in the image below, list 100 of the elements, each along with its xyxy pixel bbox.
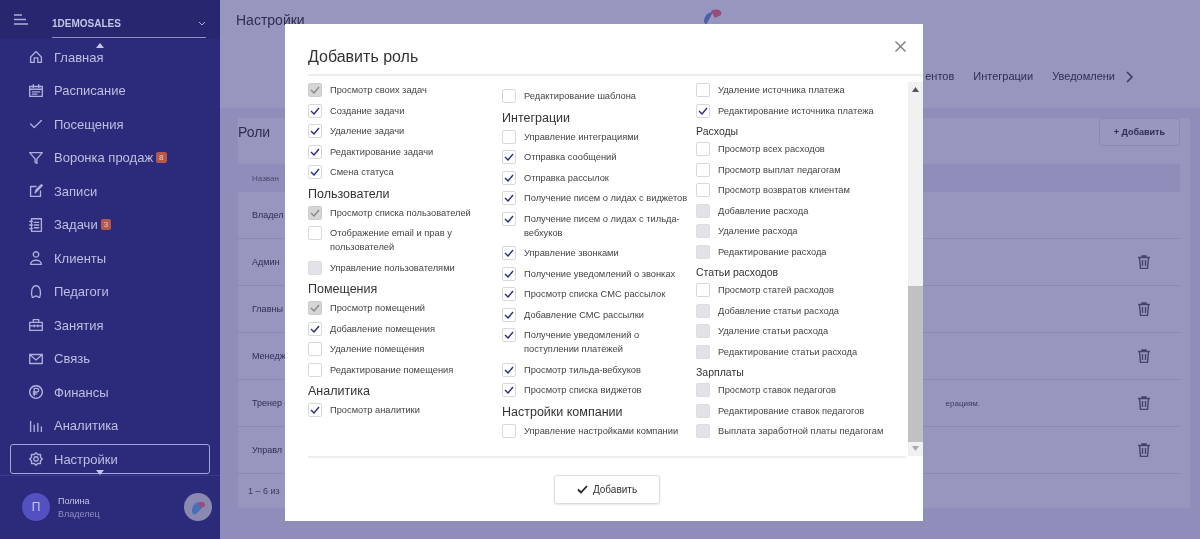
nav-icon xyxy=(27,450,45,469)
settings-tab[interactable]: Интеграции xyxy=(973,70,1034,84)
permission-label: Создание задачи xyxy=(330,104,406,118)
permission-label: Выплата заработной платы педагогам xyxy=(718,425,885,438)
permission-label: Просмотр списка пользователей xyxy=(330,206,472,220)
group-heading: Помещения xyxy=(308,282,379,296)
checkbox[interactable] xyxy=(696,83,710,97)
checkbox[interactable] xyxy=(696,162,710,177)
close-icon[interactable] xyxy=(895,41,906,52)
table-cell-text: Админ xyxy=(252,257,281,267)
permission-label: Редактирование помещения xyxy=(330,363,455,377)
add-button[interactable]: + Добавить xyxy=(1098,118,1180,146)
checkbox[interactable] xyxy=(502,266,516,281)
checkbox[interactable] xyxy=(308,342,322,356)
settings-tab[interactable]: ентов xyxy=(925,70,955,84)
trash-icon[interactable] xyxy=(1138,396,1150,410)
checkbox[interactable] xyxy=(696,103,710,118)
checkbox[interactable] xyxy=(308,144,322,159)
trash-icon[interactable] xyxy=(1138,349,1150,363)
checkbox[interactable] xyxy=(502,150,516,164)
permission-label: Добавление помещения xyxy=(330,322,437,336)
trash-icon[interactable] xyxy=(1138,302,1150,316)
nav-item[interactable]: Настройки xyxy=(10,444,210,475)
scrollbar[interactable] xyxy=(908,82,923,456)
count-badge: 3 xyxy=(100,219,112,231)
permission-label: Просмотр всех расходов xyxy=(718,143,826,156)
nav-item[interactable]: Клиенты xyxy=(10,243,210,274)
nav-item[interactable]: Задачи 3 xyxy=(10,209,210,240)
checkbox[interactable] xyxy=(502,362,516,377)
checkbox[interactable] xyxy=(502,307,516,322)
checkbox[interactable] xyxy=(308,165,322,179)
permission-label: Просмотр списка виджетов xyxy=(524,384,643,397)
permission-label: Добавление СМС рассылки xyxy=(524,308,645,322)
nav-item[interactable]: Финансы xyxy=(10,377,210,408)
section-title: Роли xyxy=(238,124,271,140)
table-cell-text: Менедж xyxy=(252,351,287,361)
checkbox[interactable] xyxy=(502,383,516,397)
permission-label: Просмотр возвратов клиентам xyxy=(718,184,851,197)
permission-label: Удаление расхода xyxy=(718,225,799,238)
permission-label: Просмотр выплат педагогам xyxy=(718,163,842,177)
scroll-up-icon[interactable] xyxy=(912,87,919,92)
scroll-up-icon[interactable] xyxy=(96,43,104,49)
trash-icon[interactable] xyxy=(1138,443,1150,457)
checkbox[interactable] xyxy=(308,103,322,118)
checkbox[interactable] xyxy=(502,328,516,342)
chevron-right-icon[interactable] xyxy=(1126,71,1134,83)
checkbox[interactable] xyxy=(308,362,322,377)
checkbox[interactable] xyxy=(502,89,516,103)
nav-item[interactable]: Главная xyxy=(10,42,210,73)
checkbox[interactable] xyxy=(308,124,322,138)
nav-item[interactable]: Записи xyxy=(10,176,210,207)
nav-item[interactable]: Воронка продаж 8 xyxy=(10,142,210,173)
checkbox[interactable] xyxy=(502,423,516,438)
checkbox[interactable] xyxy=(502,211,516,226)
group-heading: Пользователи xyxy=(308,186,391,201)
permission-label: Получение уведомлений о поступлении платежей xyxy=(524,329,641,356)
nav-item[interactable]: Аналитика xyxy=(10,410,210,441)
scroll-down-icon[interactable] xyxy=(96,469,104,475)
submit-button[interactable]: Добавить xyxy=(553,475,661,504)
check-icon xyxy=(576,485,588,494)
table-cell: ерациям. xyxy=(945,398,980,408)
permission-label: Удаление помещения xyxy=(330,343,426,356)
nav-item[interactable]: Занятия xyxy=(10,310,210,341)
permission-label: Получение писем о лидах с тильда-вебхуков xyxy=(524,212,681,240)
checkbox[interactable] xyxy=(696,142,710,156)
checkbox[interactable] xyxy=(502,246,516,260)
checkbox[interactable] xyxy=(502,170,516,185)
permission-label: Отображение email и прав у пользователей xyxy=(330,227,453,254)
permission-label: Редактирование статьи расхода xyxy=(718,345,859,359)
nav-icon xyxy=(27,81,45,100)
checkbox[interactable] xyxy=(502,129,516,144)
nav-item[interactable]: Связь xyxy=(10,343,210,374)
checkbox[interactable] xyxy=(502,191,516,205)
logo-icon[interactable] xyxy=(184,493,212,522)
permission-label: Просмотр тильда-вебхуков xyxy=(524,363,642,377)
group-heading: Расходы xyxy=(696,125,740,137)
permission-label: Редактирование ставок педагогов xyxy=(718,404,866,418)
nav-item[interactable]: Посещения xyxy=(10,109,210,140)
checkbox[interactable] xyxy=(308,321,322,336)
checkbox[interactable] xyxy=(696,283,710,297)
permission-label: Отправка сообщений xyxy=(524,151,618,164)
trash-icon[interactable] xyxy=(1138,255,1150,269)
nav-item[interactable]: Педагоги xyxy=(10,276,210,307)
permission-label: Просмотр статей расходов xyxy=(718,284,835,297)
checkbox[interactable] xyxy=(308,403,322,417)
permission-label: Удаление источника платежа xyxy=(718,84,846,97)
permission-label: Просмотр ставок педагогов xyxy=(718,384,837,397)
permission-label: Редактирование шаблона xyxy=(524,90,637,103)
table-cell-text: Управл xyxy=(252,445,284,455)
permission-label: Редактирование задачи xyxy=(330,145,435,159)
nav-icon xyxy=(27,383,45,402)
column-header: Назван xyxy=(252,173,279,183)
menu-icon[interactable] xyxy=(14,14,28,26)
checkbox[interactable] xyxy=(502,287,516,301)
user-avatar[interactable]: П xyxy=(22,493,50,522)
settings-tab[interactable]: Уведомлени xyxy=(1052,70,1115,84)
checkbox[interactable] xyxy=(308,226,322,240)
nav-item[interactable]: Расписание xyxy=(10,75,210,106)
checkbox[interactable] xyxy=(696,183,710,197)
permission-label: Просмотр аналитики xyxy=(330,404,421,417)
